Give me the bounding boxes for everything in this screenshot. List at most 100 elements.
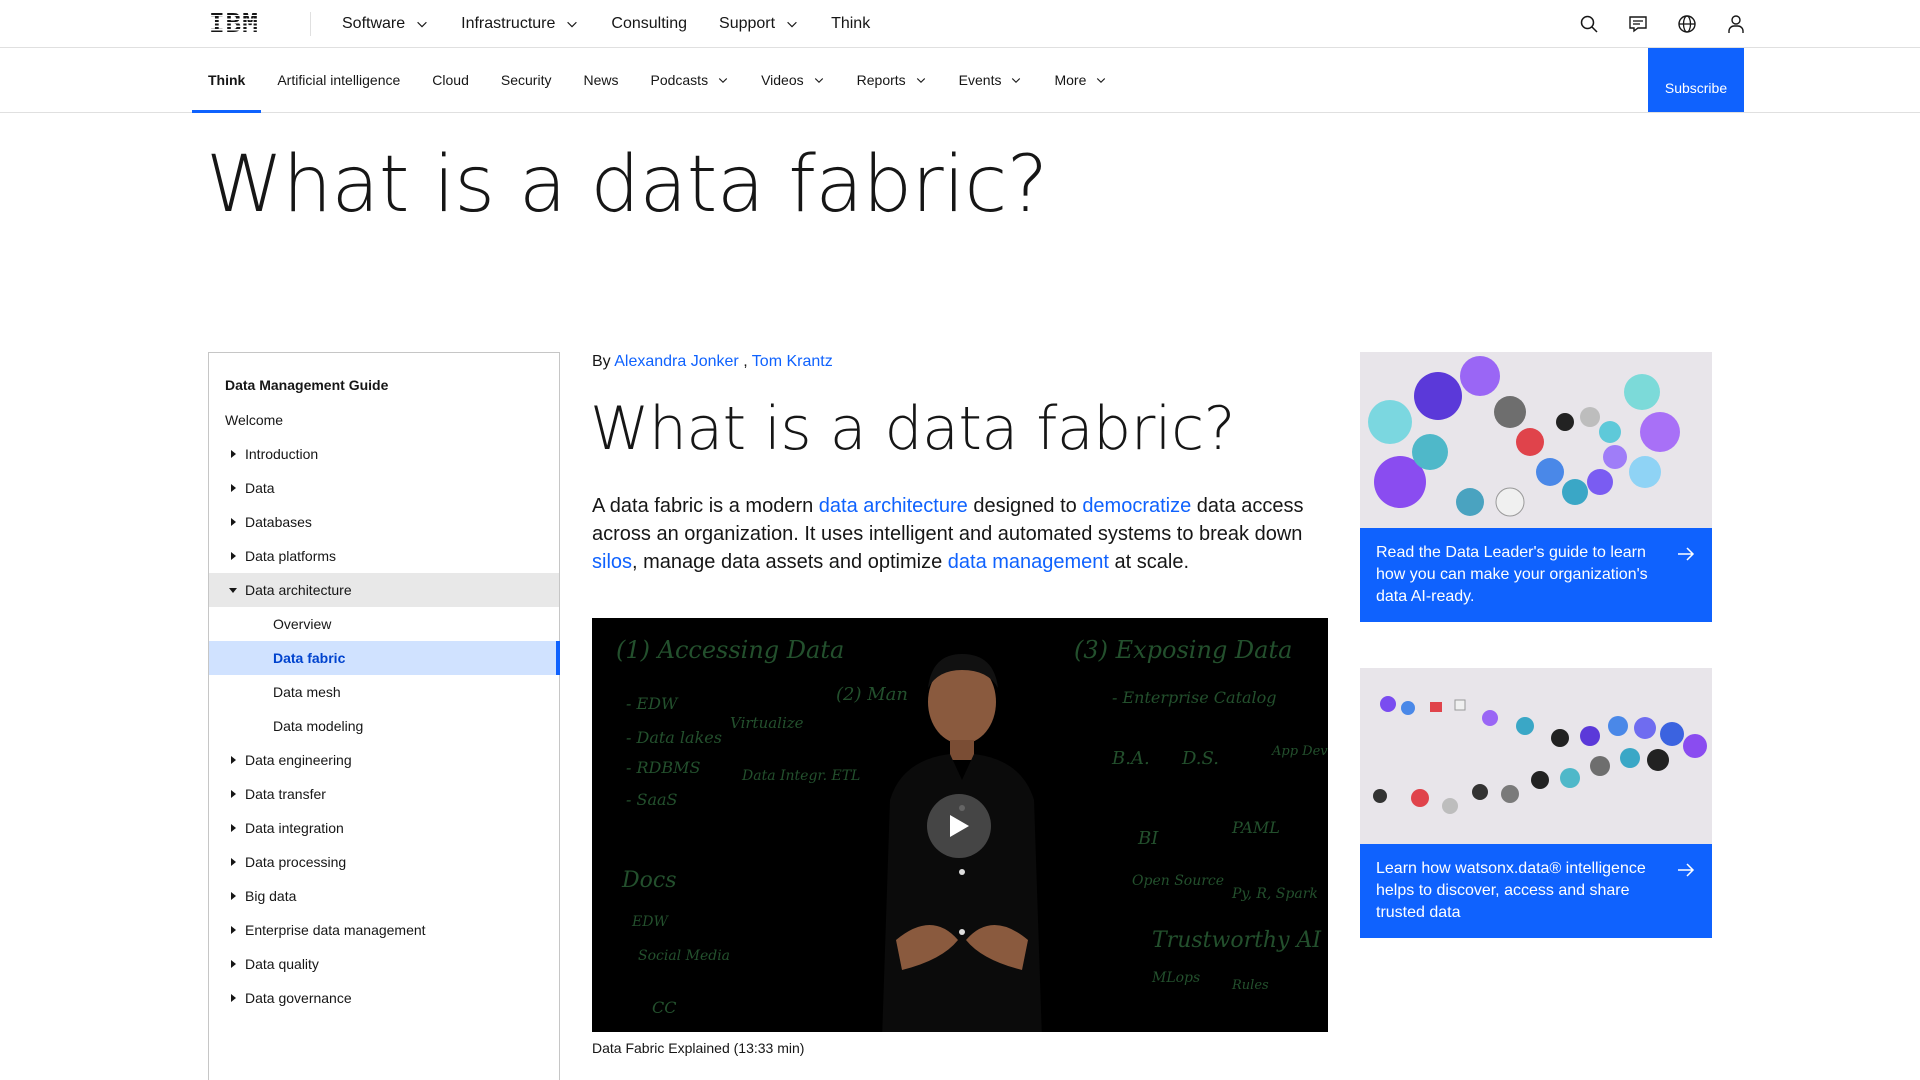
toc-item[interactable]: Big data bbox=[209, 879, 559, 913]
subnav-security[interactable]: Security bbox=[485, 48, 568, 112]
caret-right-icon[interactable] bbox=[221, 471, 245, 505]
promo-cta[interactable]: Learn how watsonx.data® intelligence hel… bbox=[1360, 844, 1712, 938]
lead-paragraph: A data fabric is a modern data architect… bbox=[592, 492, 1332, 576]
promo-cta[interactable]: Read the Data Leader's guide to learn ho… bbox=[1360, 528, 1712, 622]
subnav-label: More bbox=[1054, 72, 1087, 88]
toc-item-label: Data processing bbox=[245, 854, 347, 870]
toc-item-label: Enterprise data management bbox=[245, 922, 426, 938]
search-icon[interactable] bbox=[1564, 0, 1613, 48]
caret-right-icon[interactable] bbox=[221, 879, 245, 913]
arrow-right-icon bbox=[1678, 547, 1695, 561]
toc-item-label: Data transfer bbox=[245, 786, 326, 802]
user-icon[interactable] bbox=[1711, 0, 1760, 48]
subnav-think[interactable]: Think bbox=[192, 48, 262, 113]
chalkboard-text: - SaaS bbox=[626, 790, 678, 809]
toc-item-label: Data modeling bbox=[273, 718, 364, 734]
nav-think[interactable]: Think bbox=[815, 0, 886, 48]
toc-item[interactable]: Databases bbox=[209, 505, 559, 539]
nav-consulting[interactable]: Consulting bbox=[595, 0, 703, 48]
toc-item[interactable]: Data architecture bbox=[209, 573, 559, 607]
caret-right-icon[interactable] bbox=[221, 913, 245, 947]
caret-right-icon[interactable] bbox=[221, 437, 245, 471]
toc-item-label: Data engineering bbox=[245, 752, 352, 768]
toc-item[interactable]: Data governance bbox=[209, 981, 559, 1015]
caret-right-icon[interactable] bbox=[221, 539, 245, 573]
subnav-label: Podcasts bbox=[650, 72, 709, 88]
play-icon bbox=[950, 815, 969, 837]
subnav-artificial-intelligence[interactable]: Artificial intelligence bbox=[261, 48, 416, 112]
author-separator: , bbox=[738, 353, 752, 370]
subnav-cloud[interactable]: Cloud bbox=[416, 48, 485, 112]
toc-item[interactable]: Data quality bbox=[209, 947, 559, 981]
subscribe-button[interactable]: Subscribe bbox=[1648, 48, 1744, 112]
data-management-link[interactable]: data management bbox=[948, 551, 1109, 573]
play-button[interactable] bbox=[927, 794, 991, 858]
ibm-logo[interactable]: IBM bbox=[209, 9, 259, 39]
democratize-link[interactable]: democratize bbox=[1082, 495, 1191, 517]
caret-right-icon[interactable] bbox=[221, 845, 245, 879]
globe-icon[interactable] bbox=[1662, 0, 1711, 48]
subnav-label: Security bbox=[500, 72, 552, 88]
toc-item[interactable]: Data transfer bbox=[209, 777, 559, 811]
abstract-wave-illustration bbox=[1360, 668, 1712, 844]
byline-prefix: By bbox=[592, 353, 611, 370]
promo-image bbox=[1360, 352, 1712, 528]
masthead-icons bbox=[1564, 0, 1920, 48]
chalkboard-text: EDW bbox=[632, 914, 668, 930]
subnav-reports[interactable]: Reports bbox=[841, 48, 943, 112]
toc-item[interactable]: Data integration bbox=[209, 811, 559, 845]
toc-item[interactable]: Data bbox=[209, 471, 559, 505]
nav-software-label: Software bbox=[342, 15, 406, 32]
caret-right-icon[interactable] bbox=[221, 505, 245, 539]
caret-right-icon[interactable] bbox=[221, 743, 245, 777]
silos-link[interactable]: silos bbox=[592, 551, 632, 573]
author-link[interactable]: Tom Krantz bbox=[752, 353, 833, 370]
toc-item[interactable]: Enterprise data management bbox=[209, 913, 559, 947]
author-link[interactable]: Alexandra Jonker bbox=[614, 353, 739, 370]
nav-software[interactable]: Software bbox=[326, 0, 445, 48]
toc-item[interactable]: Data processing bbox=[209, 845, 559, 879]
toc-item-label: Data fabric bbox=[273, 650, 346, 666]
caret-right-icon[interactable] bbox=[221, 981, 245, 1015]
nav-support-label: Support bbox=[719, 15, 776, 32]
chevron-down-icon bbox=[1012, 78, 1021, 84]
toc-item[interactable]: Data engineering bbox=[209, 743, 559, 777]
chalkboard-text: Py, R, Spark bbox=[1232, 886, 1318, 902]
subnav-podcasts[interactable]: Podcasts bbox=[634, 48, 745, 112]
chalkboard-text: D.S. bbox=[1182, 748, 1219, 769]
chevron-down-icon bbox=[787, 21, 797, 28]
toc-item[interactable]: Data modeling bbox=[209, 709, 559, 743]
toc-item[interactable]: Overview bbox=[209, 607, 559, 641]
chalkboard-text: Docs bbox=[622, 868, 677, 893]
promo-card-data-leader-guide[interactable]: Read the Data Leader's guide to learn ho… bbox=[1360, 352, 1712, 622]
chalkboard-text: Open Source bbox=[1132, 873, 1225, 889]
toc-list: Welcome Introduction Data Databases Data pla… bbox=[209, 403, 560, 1015]
chalkboard-text: - Enterprise Catalog bbox=[1112, 688, 1277, 707]
toc-item[interactable]: Data platforms bbox=[209, 539, 559, 573]
toc-item[interactable]: Data fabric bbox=[209, 641, 560, 675]
toc-item[interactable]: Welcome bbox=[209, 403, 559, 437]
video-player[interactable]: (1) Accessing Data (3) Exposing Data - EDW… bbox=[592, 618, 1328, 1032]
toc-item[interactable]: Data mesh bbox=[209, 675, 559, 709]
chat-icon[interactable] bbox=[1613, 0, 1662, 48]
subnav-items: Think Artificial intelligence Cloud Secu… bbox=[192, 48, 1123, 113]
caret-right-icon[interactable] bbox=[221, 777, 245, 811]
toc-item-label: Data bbox=[245, 480, 275, 496]
subnav-news[interactable]: News bbox=[567, 48, 634, 112]
subnav-more[interactable]: More bbox=[1038, 48, 1123, 112]
promo-card-watsonx-data[interactable]: Learn how watsonx.data® intelligence hel… bbox=[1360, 668, 1712, 938]
caret-right-icon[interactable] bbox=[221, 811, 245, 845]
caret-right-icon[interactable] bbox=[221, 947, 245, 981]
chalkboard-text: App Dev bbox=[1272, 744, 1328, 759]
subnav-videos[interactable]: Videos bbox=[745, 48, 841, 112]
subnav-events[interactable]: Events bbox=[943, 48, 1039, 112]
toc-item-label: Data quality bbox=[245, 956, 319, 972]
caret-down-icon[interactable] bbox=[221, 573, 245, 607]
toc-item[interactable]: Introduction bbox=[209, 437, 559, 471]
nav-support[interactable]: Support bbox=[703, 0, 815, 48]
data-architecture-link[interactable]: data architecture bbox=[819, 495, 968, 517]
chalkboard-text: - Data lakes bbox=[626, 728, 722, 747]
chalkboard-text: B.A. bbox=[1112, 748, 1150, 769]
nav-infrastructure[interactable]: Infrastructure bbox=[445, 0, 595, 48]
masthead: IBM Software Infrastructure Consulting S… bbox=[0, 0, 1920, 48]
